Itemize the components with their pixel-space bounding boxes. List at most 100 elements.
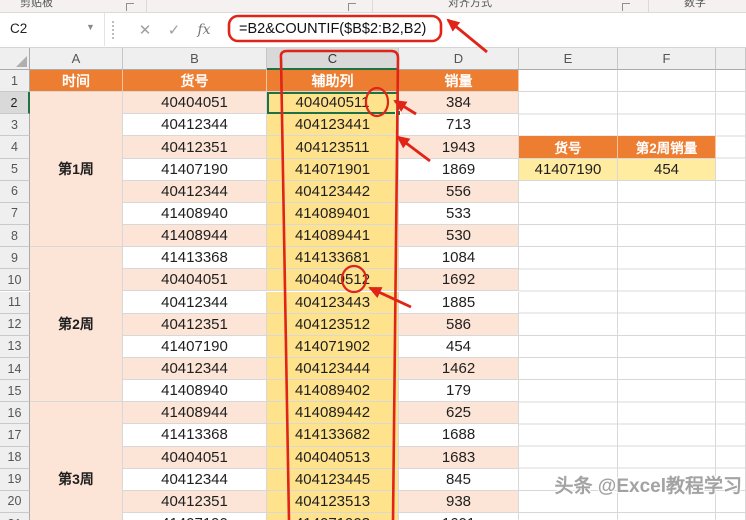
dialog-launcher-icon[interactable] bbox=[348, 3, 356, 11]
row-header-7[interactable]: 7 bbox=[0, 202, 30, 226]
cell-c17[interactable]: 414133682 bbox=[267, 424, 399, 447]
formula-bar-handle[interactable] bbox=[112, 21, 114, 39]
cell-d5[interactable]: 1869 bbox=[399, 158, 519, 181]
cell-d12[interactable]: 586 bbox=[399, 313, 519, 336]
row-header-1[interactable]: 1 bbox=[0, 70, 30, 93]
row-header-6[interactable]: 6 bbox=[0, 180, 30, 203]
row-header-3[interactable]: 3 bbox=[0, 114, 30, 137]
cell-d15[interactable]: 179 bbox=[399, 380, 519, 403]
cell-d1-sales-header[interactable]: 销量 bbox=[399, 70, 519, 93]
cell-c6[interactable]: 404123442 bbox=[267, 180, 399, 203]
cell-c14[interactable]: 404123444 bbox=[267, 357, 399, 381]
cell-b21[interactable]: 41407190 bbox=[123, 513, 267, 520]
cell-c16[interactable]: 414089442 bbox=[267, 402, 399, 425]
cell-b7[interactable]: 41408940 bbox=[123, 202, 267, 226]
cell-c10[interactable]: 404040512 bbox=[267, 269, 399, 292]
cell-c7[interactable]: 414089401 bbox=[267, 202, 399, 226]
cell-d19[interactable]: 845 bbox=[399, 468, 519, 491]
cell-c12[interactable]: 404123512 bbox=[267, 313, 399, 336]
cell-c9[interactable]: 414133681 bbox=[267, 247, 399, 270]
column-header-partial[interactable] bbox=[716, 48, 746, 70]
dialog-launcher-icon[interactable] bbox=[126, 3, 134, 11]
cell-b11[interactable]: 40412344 bbox=[123, 291, 267, 314]
row-header-18[interactable]: 18 bbox=[0, 446, 30, 469]
cell-c1-helper-header[interactable]: 辅助列 bbox=[267, 70, 399, 93]
cell-b16[interactable]: 41408944 bbox=[123, 402, 267, 425]
fill-handle[interactable] bbox=[395, 110, 401, 117]
dialog-launcher-icon[interactable] bbox=[622, 3, 630, 11]
row-header-2[interactable]: 2 bbox=[0, 92, 30, 115]
cell-d13[interactable]: 454 bbox=[399, 335, 519, 358]
cell-c20[interactable]: 404123513 bbox=[267, 490, 399, 513]
cell-d8[interactable]: 530 bbox=[399, 225, 519, 248]
cell-c13[interactable]: 414071902 bbox=[267, 335, 399, 358]
row-header-8[interactable]: 8 bbox=[0, 225, 30, 248]
row-header-16[interactable]: 16 bbox=[0, 402, 30, 425]
lookup-item-header[interactable]: 货号 bbox=[519, 136, 618, 159]
cell-b17[interactable]: 41413368 bbox=[123, 424, 267, 447]
select-all-corner[interactable] bbox=[0, 48, 30, 70]
cell-c15[interactable]: 414089402 bbox=[267, 380, 399, 403]
cell-d7[interactable]: 533 bbox=[399, 202, 519, 226]
merged-cell-week-1[interactable]: 第1周 bbox=[30, 92, 123, 248]
cell-b19[interactable]: 40412344 bbox=[123, 468, 267, 491]
lookup-item-value[interactable]: 41407190 bbox=[519, 158, 618, 181]
cell-d9[interactable]: 1084 bbox=[399, 247, 519, 270]
cell-a1-time-header[interactable]: 时间 bbox=[30, 70, 123, 93]
cell-b8[interactable]: 41408944 bbox=[123, 225, 267, 248]
cell-d16[interactable]: 625 bbox=[399, 402, 519, 425]
cell-c11[interactable]: 404123443 bbox=[267, 291, 399, 314]
cell-d11[interactable]: 1885 bbox=[399, 291, 519, 314]
cell-c19[interactable]: 404123445 bbox=[267, 468, 399, 491]
insert-function-icon[interactable]: fx bbox=[191, 13, 217, 46]
lookup-sales-value[interactable]: 454 bbox=[618, 158, 716, 181]
column-header-e[interactable]: E bbox=[519, 48, 618, 70]
row-header-14[interactable]: 14 bbox=[0, 357, 30, 381]
cell-d21[interactable]: 1601 bbox=[399, 513, 519, 520]
cell-d6[interactable]: 556 bbox=[399, 180, 519, 203]
cell-d20[interactable]: 938 bbox=[399, 490, 519, 513]
row-header-15[interactable]: 15 bbox=[0, 380, 30, 403]
cell-c18[interactable]: 404040513 bbox=[267, 446, 399, 469]
name-box[interactable]: C2 ▼ bbox=[0, 13, 105, 46]
cell-b5[interactable]: 41407190 bbox=[123, 158, 267, 181]
cell-c21[interactable]: 414071903 bbox=[267, 513, 399, 520]
cancel-icon[interactable]: ✕ bbox=[132, 13, 158, 46]
cell-c4[interactable]: 404123511 bbox=[267, 136, 399, 159]
cell-b6[interactable]: 40412344 bbox=[123, 180, 267, 203]
chevron-down-icon[interactable]: ▼ bbox=[86, 22, 95, 32]
cell-b12[interactable]: 40412351 bbox=[123, 313, 267, 336]
cell-d18[interactable]: 1683 bbox=[399, 446, 519, 469]
cell-d3[interactable]: 713 bbox=[399, 114, 519, 137]
formula-input[interactable]: =B2&COUNTIF($B$2:B2,B2) bbox=[239, 21, 426, 37]
cell-b13[interactable]: 41407190 bbox=[123, 335, 267, 358]
cell-d14[interactable]: 1462 bbox=[399, 357, 519, 381]
merged-cell-week-2[interactable]: 第2周 bbox=[30, 247, 123, 403]
cell-c8[interactable]: 414089441 bbox=[267, 225, 399, 248]
lookup-sales-header[interactable]: 第2周销量 bbox=[618, 136, 716, 159]
cell-b3[interactable]: 40412344 bbox=[123, 114, 267, 137]
cell-d4[interactable]: 1943 bbox=[399, 136, 519, 159]
column-header-d[interactable]: D bbox=[399, 48, 519, 70]
cell-b15[interactable]: 41408940 bbox=[123, 380, 267, 403]
row-header-11[interactable]: 11 bbox=[0, 291, 30, 314]
cell-b1-item-header[interactable]: 货号 bbox=[123, 70, 267, 93]
cell-b2[interactable]: 40404051 bbox=[123, 92, 267, 115]
column-header-a[interactable]: A bbox=[30, 48, 123, 70]
cell-b4[interactable]: 40412351 bbox=[123, 136, 267, 159]
column-header-c[interactable]: C bbox=[267, 48, 399, 70]
enter-icon[interactable]: ✓ bbox=[161, 13, 187, 46]
cell-c3[interactable]: 404123441 bbox=[267, 114, 399, 137]
row-header-12[interactable]: 12 bbox=[0, 313, 30, 336]
column-header-f[interactable]: F bbox=[618, 48, 716, 70]
row-header-9[interactable]: 9 bbox=[0, 247, 30, 270]
cell-b14[interactable]: 40412344 bbox=[123, 357, 267, 381]
row-header-21[interactable]: 21 bbox=[0, 513, 30, 520]
cell-b10[interactable]: 40404051 bbox=[123, 269, 267, 292]
cell-b18[interactable]: 40404051 bbox=[123, 446, 267, 469]
cell-b20[interactable]: 40412351 bbox=[123, 490, 267, 513]
row-header-19[interactable]: 19 bbox=[0, 468, 30, 491]
column-header-b[interactable]: B bbox=[123, 48, 267, 70]
cell-d10[interactable]: 1692 bbox=[399, 269, 519, 292]
row-header-5[interactable]: 5 bbox=[0, 158, 30, 181]
